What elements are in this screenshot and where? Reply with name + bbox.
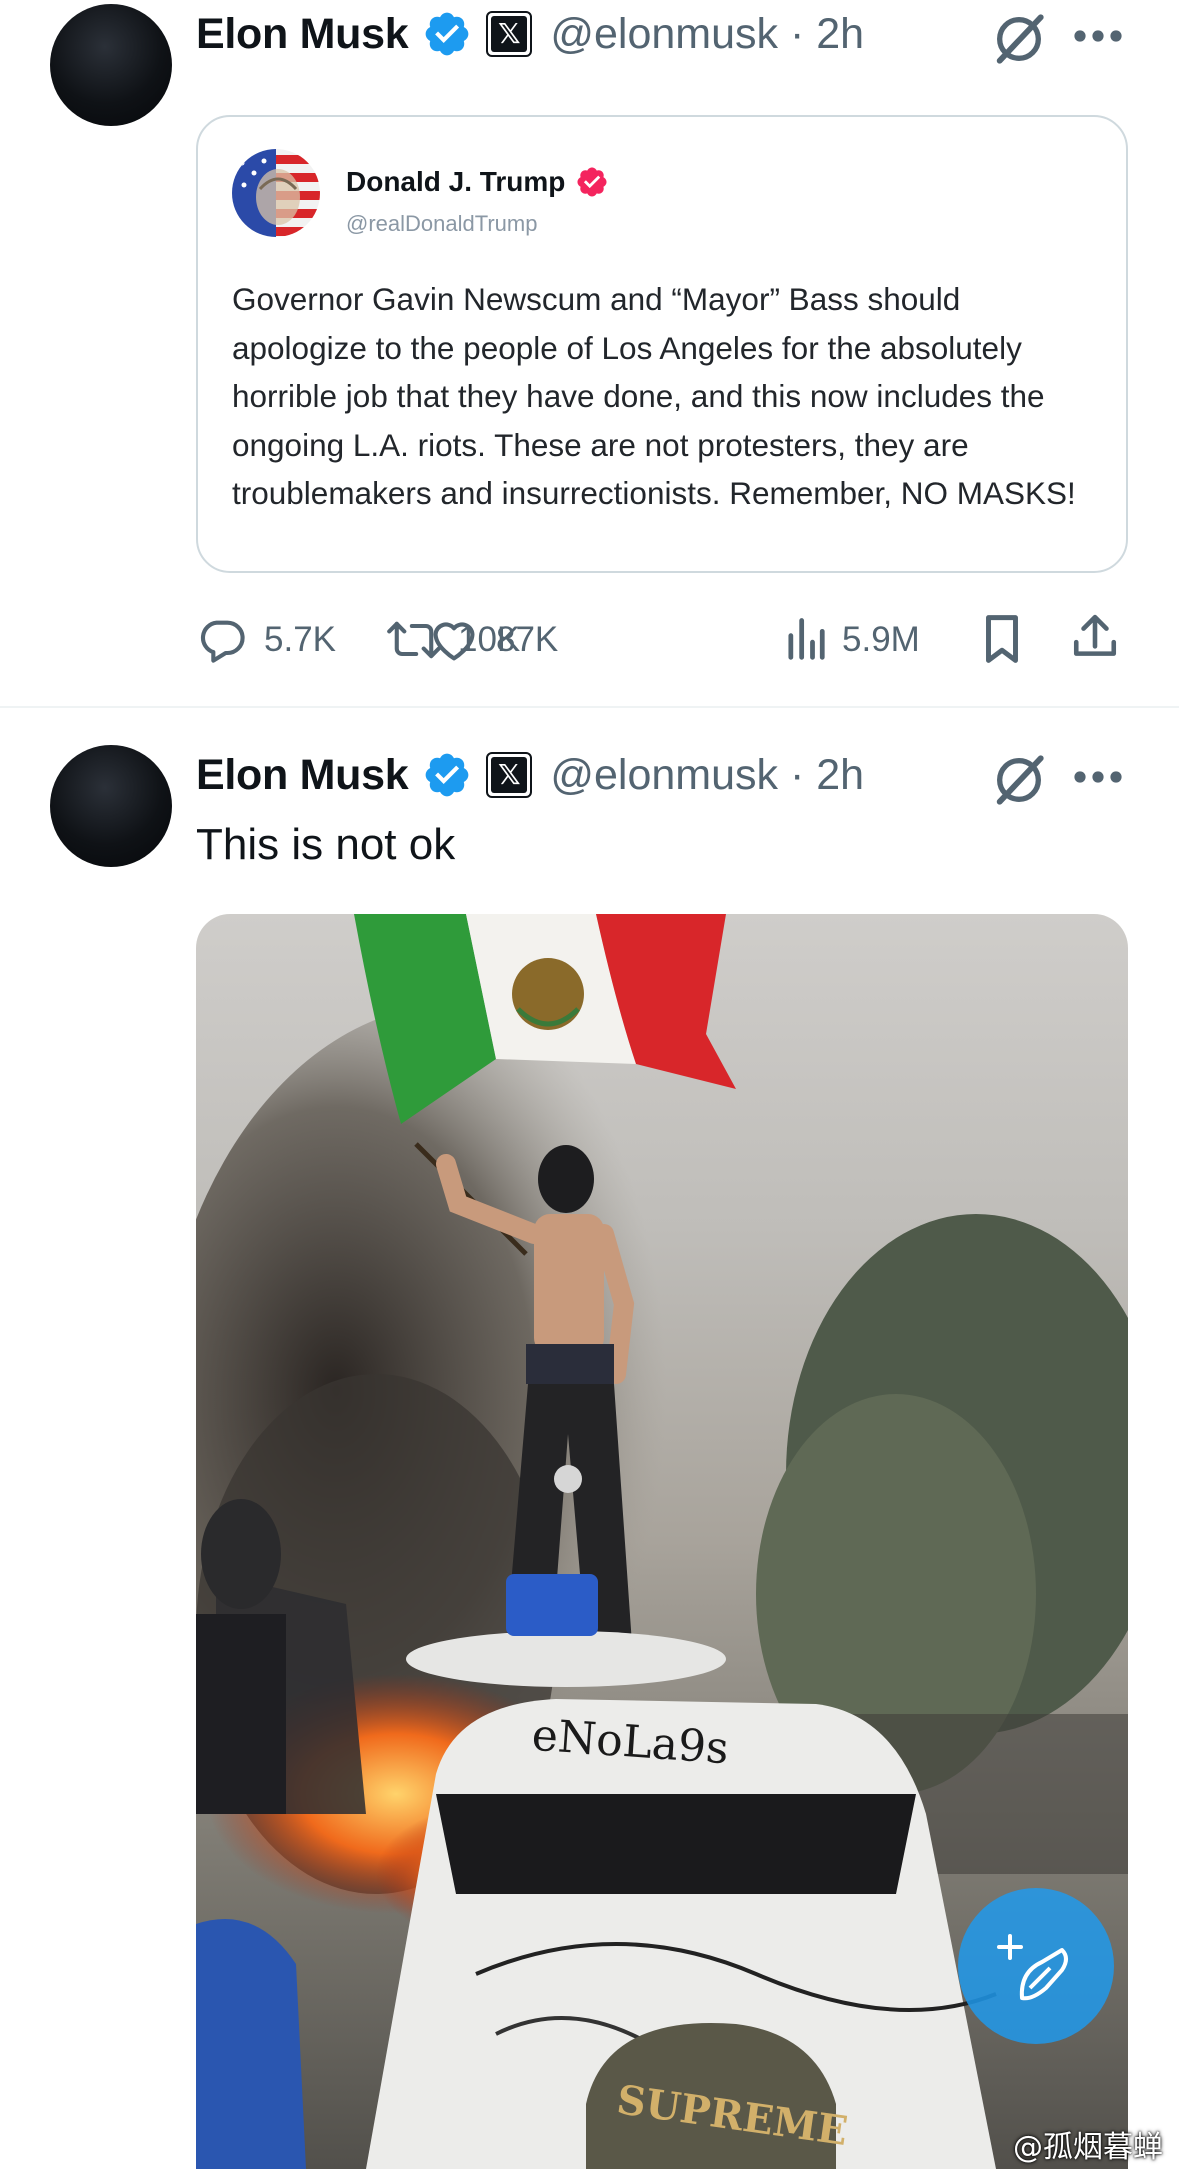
- author-name[interactable]: Elon Musk: [196, 10, 409, 59]
- reply-icon: [200, 620, 245, 663]
- more-icon[interactable]: [1070, 757, 1126, 797]
- bookmark-icon[interactable]: [980, 612, 1024, 666]
- verified-badge-icon[interactable]: [422, 9, 472, 59]
- verified-badge-icon[interactable]: [575, 165, 609, 199]
- author-handle-time[interactable]: @elonmusk · 2h: [550, 751, 864, 800]
- quoted-avatar[interactable]: [232, 149, 320, 237]
- grok-icon[interactable]: [990, 10, 1048, 68]
- quoted-tweet[interactable]: Donald J. Trump @realDonaldTrump Governo…: [196, 115, 1128, 573]
- avatar[interactable]: [50, 4, 172, 126]
- quoted-author-name[interactable]: Donald J. Trump: [346, 166, 565, 198]
- x-affiliate-icon[interactable]: 𝕏: [486, 11, 533, 57]
- reply-button[interactable]: 5.7K: [196, 612, 336, 668]
- tweet-divider: [0, 706, 1179, 708]
- avatar[interactable]: [50, 745, 172, 867]
- tweet-header: Elon Musk 𝕏 @elonmusk · 2h: [196, 745, 864, 805]
- views-count: 5.9M: [842, 620, 920, 659]
- views-button[interactable]: 5.9M: [786, 612, 920, 668]
- watermark: @孤烟暮蝉: [1013, 2122, 1163, 2166]
- watermark-text: @孤烟暮蝉: [1013, 2130, 1163, 2165]
- author-name[interactable]: Elon Musk: [196, 751, 409, 800]
- quoted-author-row: Donald J. Trump: [346, 165, 609, 199]
- like-button[interactable]: 87K: [428, 612, 558, 668]
- views-icon: [788, 618, 825, 660]
- compose-fab[interactable]: [958, 1888, 1114, 2044]
- more-icon[interactable]: [1070, 16, 1126, 56]
- like-count: 87K: [496, 620, 559, 659]
- quoted-author-handle[interactable]: @realDonaldTrump: [346, 211, 537, 237]
- share-icon[interactable]: [1070, 610, 1120, 666]
- reply-count: 5.7K: [264, 620, 336, 659]
- compose-icon: [997, 1934, 1068, 2001]
- tweet-text: This is not ok: [196, 820, 456, 869]
- tweet-header: Elon Musk 𝕏 @elonmusk · 2h: [196, 4, 864, 64]
- author-handle-time[interactable]: @elonmusk · 2h: [550, 10, 864, 59]
- like-icon: [433, 622, 475, 661]
- quoted-tweet-text: Governor Gavin Newscum and “Mayor” Bass …: [232, 281, 1076, 511]
- x-affiliate-icon[interactable]: 𝕏: [486, 752, 533, 798]
- verified-badge-icon[interactable]: [422, 750, 472, 800]
- grok-icon[interactable]: [990, 751, 1048, 809]
